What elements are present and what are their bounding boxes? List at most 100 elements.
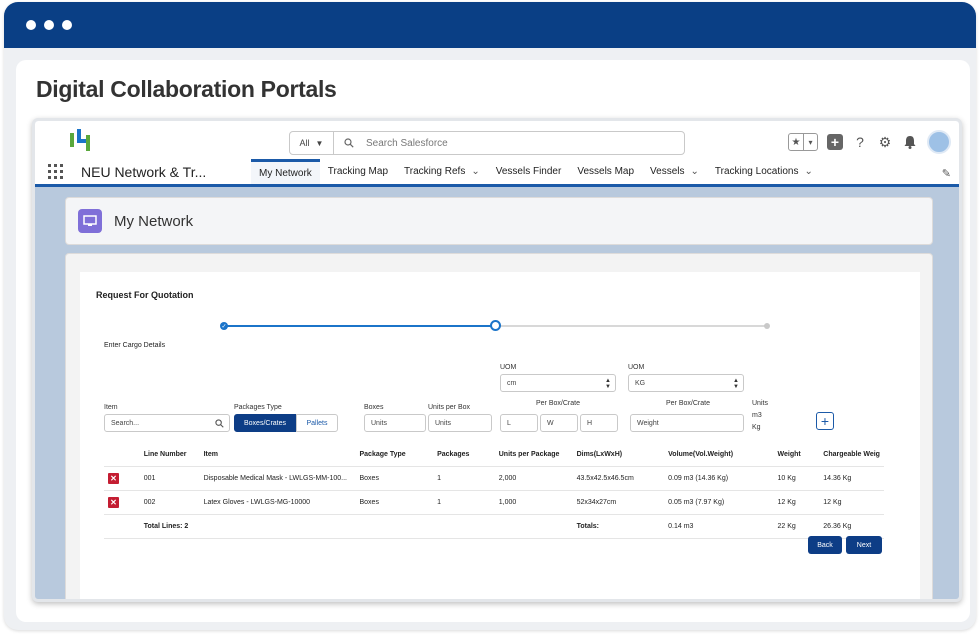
package-type-cell: Boxes <box>355 490 434 515</box>
avatar[interactable] <box>927 130 951 154</box>
delete-column-header <box>104 444 140 467</box>
uom-dims-label: UOM <box>500 364 517 371</box>
uom-weight-select[interactable]: KG ▲ ▼ <box>628 374 744 392</box>
column-header: Line Number <box>139 444 200 467</box>
app-nav-bar: NEU Network & Tr... My Network Tracking … <box>35 159 959 187</box>
step-current[interactable] <box>490 320 501 331</box>
column-header: Units per Package <box>494 444 573 467</box>
desktop-icon <box>78 209 102 233</box>
item-search-input[interactable]: Search... <box>104 414 230 432</box>
delete-cell: ✕ <box>104 490 140 515</box>
global-search[interactable]: All ▼ Search Salesforce <box>289 131 685 155</box>
weight-input[interactable]: Weight <box>630 414 744 432</box>
per-box-dims-label: Per Box/Crate <box>536 400 580 407</box>
progress-bar-complete <box>224 325 494 327</box>
gear-icon[interactable]: ⚙ <box>877 134 893 150</box>
dims-cell: 43.5x42.5x46.5cm <box>572 466 665 491</box>
tab-tracking-refs[interactable]: Tracking Refs ⌄ <box>396 159 488 184</box>
tab-label: Vessels Finder <box>495 166 562 177</box>
line-number-cell: 002 <box>139 490 200 515</box>
star-icon[interactable]: ★ <box>789 134 803 150</box>
uom-dims-value: cm <box>507 379 517 387</box>
rfq-form: Request For Quotation ✓ Enter Cargo Deta… <box>80 272 920 599</box>
page-header: My Network <box>65 197 933 245</box>
chevron-down-icon[interactable]: ⌄ <box>471 166 479 177</box>
app-logo-icon[interactable] <box>69 129 95 151</box>
bell-icon[interactable] <box>902 134 918 150</box>
cargo-lines-table: Line Number Item Package Type Packages U… <box>104 444 884 539</box>
app-name: NEU Network & Tr... <box>81 163 207 180</box>
units-per-package-cell: 1,000 <box>494 490 573 515</box>
step-upcoming[interactable] <box>764 323 770 329</box>
edit-nav-pencil-icon[interactable]: ✎ <box>942 167 951 180</box>
height-input[interactable]: H <box>580 414 618 432</box>
browser-window: Digital Collaboration Portals All ▼ Sear… <box>4 2 976 630</box>
packages-type-boxes-button[interactable]: Boxes/Crates <box>234 414 296 432</box>
window-dot[interactable] <box>44 20 54 30</box>
app-launcher-icon <box>48 164 63 179</box>
table-row: ✕ 001 Disposable Medical Mask - LWLGS-MM… <box>104 466 884 491</box>
search-scope-select[interactable]: All ▼ <box>290 132 334 154</box>
column-header: Package Type <box>355 444 434 467</box>
progress-indicator: ✓ <box>220 320 770 332</box>
form-title: Request For Quotation <box>96 290 194 300</box>
window-dot[interactable] <box>62 20 72 30</box>
window-dot[interactable] <box>26 20 36 30</box>
total-chargeable-weight: 26.36 Kg <box>819 514 884 539</box>
step-complete-check-icon[interactable]: ✓ <box>220 322 228 330</box>
units-label: Units <box>752 400 768 407</box>
tab-label: Vessels <box>650 166 685 177</box>
favorites-button[interactable]: ★ ▾ <box>788 133 818 151</box>
add-line-plus-icon[interactable]: + <box>816 412 834 430</box>
column-header: Item <box>199 444 356 467</box>
units-kg: Kg <box>752 424 761 431</box>
uom-dims-select[interactable]: cm ▲ ▼ <box>500 374 616 392</box>
tab-tracking-map[interactable]: Tracking Map <box>320 159 396 184</box>
search-input[interactable]: Search Salesforce <box>366 138 448 149</box>
tab-label: My Network <box>259 167 312 179</box>
units-m3: m3 <box>752 412 762 419</box>
window-titlebar <box>4 2 976 48</box>
chevron-down-icon[interactable]: ⌄ <box>691 166 699 177</box>
units-per-box-input[interactable]: Units <box>428 414 492 432</box>
tab-vessels-map[interactable]: Vessels Map <box>569 159 642 184</box>
item-label: Item <box>104 404 118 411</box>
help-icon[interactable]: ? <box>852 134 868 150</box>
back-button[interactable]: Back <box>808 536 842 554</box>
item-search-placeholder: Search... <box>111 419 140 427</box>
delete-x-icon[interactable]: ✕ <box>108 472 119 484</box>
packages-cell: 1 <box>433 466 495 491</box>
tab-tracking-locations[interactable]: Tracking Locations ⌄ <box>707 159 821 184</box>
boxes-input[interactable]: Units <box>364 414 426 432</box>
width-input[interactable]: W <box>540 414 578 432</box>
packages-type-pallets-button[interactable]: Pallets <box>296 414 338 432</box>
progress-bar-remaining <box>494 325 766 327</box>
tab-vessels-finder[interactable]: Vessels Finder <box>488 159 570 184</box>
step-label: Enter Cargo Details <box>104 342 166 349</box>
tab-my-network[interactable]: My Network <box>251 159 320 184</box>
global-actions-icon[interactable]: + <box>827 134 843 150</box>
app-launcher[interactable] <box>35 159 71 184</box>
table-header-row: Line Number Item Package Type Packages U… <box>104 444 884 467</box>
total-volume: 0.14 m3 <box>664 514 774 539</box>
item-cell: Disposable Medical Mask - LWLGS-MM-100..… <box>199 466 356 491</box>
delete-x-icon[interactable]: ✕ <box>108 496 119 508</box>
tab-label: Tracking Refs <box>404 166 466 177</box>
chevron-down-icon[interactable]: ▾ <box>803 134 817 150</box>
chevron-down-icon[interactable]: ⌄ <box>804 166 812 177</box>
window-controls <box>26 20 72 30</box>
item-cell: Latex Gloves - LWLGS-MG-10000 <box>199 490 356 515</box>
page-title: Digital Collaboration Portals <box>36 76 337 102</box>
weight-cell: 12 Kg <box>773 490 820 515</box>
search-scope-label: All <box>299 138 310 148</box>
column-header: Weight <box>773 444 820 467</box>
total-weight: 22 Kg <box>773 514 820 539</box>
length-input[interactable]: L <box>500 414 538 432</box>
packages-type-label: Packages Type <box>234 404 282 411</box>
column-header: Dims(LxWxH) <box>572 444 665 467</box>
chargeable-weight-cell: 14.36 Kg <box>819 466 884 491</box>
next-button[interactable]: Next <box>846 536 882 554</box>
tab-label: Tracking Locations <box>714 166 799 177</box>
uom-weight-label: UOM <box>628 364 645 371</box>
tab-vessels[interactable]: Vessels ⌄ <box>642 159 707 184</box>
